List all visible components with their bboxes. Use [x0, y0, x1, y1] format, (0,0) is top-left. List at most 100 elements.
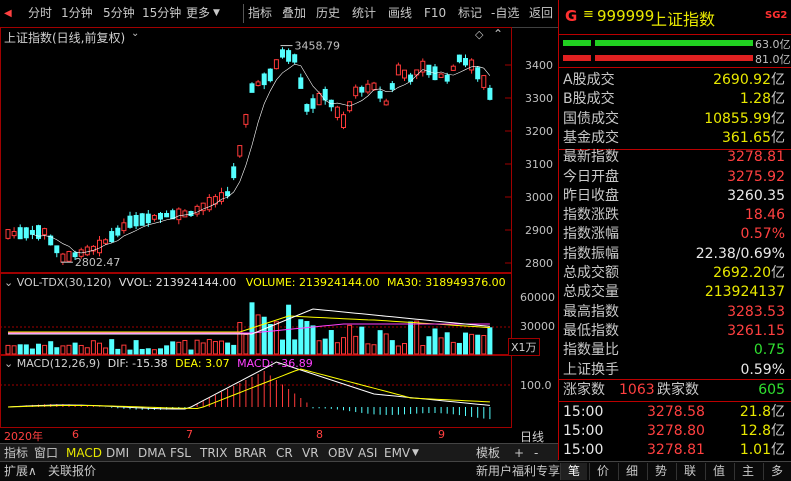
candle-body: [402, 69, 407, 79]
price-tick-label: 3000: [525, 191, 553, 204]
expand-button[interactable]: 扩展∧: [4, 463, 37, 480]
quote-row-number: 361.65: [722, 129, 771, 146]
period-tab-15min[interactable]: 15分钟: [142, 5, 181, 22]
toolbar-draw-button[interactable]: 画线: [388, 5, 412, 22]
quote-row-value: 213924137: [705, 283, 785, 302]
quote-row: 上证换手 0.59%: [563, 361, 789, 380]
indicator-tab[interactable]: DMI: [106, 444, 129, 462]
date-axis-month: 8: [316, 428, 323, 441]
volume-bar: [17, 344, 23, 355]
toolbar-indicator-button[interactable]: 指标: [248, 5, 272, 22]
quote-view-tab[interactable]: 笔: [560, 463, 587, 480]
indicator-tab[interactable]: +: [514, 444, 524, 462]
date-axis-month: 7: [186, 428, 193, 441]
tick-price: 3278.80: [647, 423, 705, 439]
period-tab-timeshare[interactable]: 分时: [28, 5, 52, 22]
quote-view-tab[interactable]: 细: [618, 463, 645, 480]
volume-bar: [231, 344, 237, 355]
macd-dif-value: DIF: -15.38: [107, 357, 168, 370]
indicator-tab[interactable]: OBV: [328, 444, 354, 462]
toolbar-stats-button[interactable]: 统计: [352, 5, 376, 22]
quote-row-number: 213924137: [704, 284, 785, 301]
indicator-tab[interactable]: -: [534, 444, 538, 462]
quote-row: 指数涨幅 0.57%: [563, 225, 789, 244]
kline-chart-area[interactable]: 3400 3300 3200 3100 3000 2900 2800 60000 30000 10…: [0, 27, 558, 444]
quote-view-tab[interactable]: 多: [763, 463, 790, 480]
quote-view-tab[interactable]: 联: [676, 463, 703, 480]
indicator-tab[interactable]: BRAR: [234, 444, 267, 462]
period-tab-more[interactable]: 更多: [186, 5, 210, 22]
quote-row: 总成交量 213924137: [563, 283, 789, 302]
quote-view-tab[interactable]: 势: [647, 463, 674, 480]
candle-body: [383, 100, 389, 106]
indicator-tab[interactable]: 窗口: [34, 444, 58, 462]
toolbar-back-button[interactable]: 返回: [529, 5, 553, 22]
quote-row-value: 2690.92亿: [713, 71, 785, 90]
macd-indicator-header: ⌄ MACD(12,26,9) DIF: -15.38 DEA: 3.07 MA…: [4, 357, 313, 370]
candle-body: [255, 81, 261, 87]
chevron-down-icon[interactable]: ⌄: [4, 357, 13, 370]
quote-row-label: 指数振幅: [563, 245, 619, 262]
quote-row: B股成交 1.28亿: [563, 90, 789, 109]
indicator-tab[interactable]: 指标: [4, 444, 28, 462]
indicator-tab[interactable]: EMV: [384, 444, 410, 462]
period-tab-5min[interactable]: 5分钟: [103, 5, 135, 22]
quote-view-tab[interactable]: 价: [589, 463, 616, 480]
toolbar-f10-button[interactable]: F10: [424, 5, 446, 22]
indicator-tab[interactable]: 模板: [476, 444, 500, 462]
quote-row: 今日开盘 3275.92: [563, 168, 789, 187]
toolbar-history-button[interactable]: 历史: [316, 5, 340, 22]
menu-icon[interactable]: ≡: [583, 7, 594, 22]
date-axis-year: 2020年: [4, 430, 43, 443]
indicator-tab[interactable]: MACD: [66, 444, 102, 462]
toolbar-overlay-button[interactable]: 叠加: [282, 5, 306, 22]
indicator-tab[interactable]: DMA: [138, 444, 166, 462]
chevron-down-icon[interactable]: ▼: [213, 5, 220, 22]
quote-row-value: 361.65亿: [722, 129, 785, 148]
indicator-tab[interactable]: ASI: [358, 444, 377, 462]
quote-row-label: B股成交: [563, 91, 615, 108]
tick-volume: 21.8亿: [740, 403, 785, 422]
indicator-tab[interactable]: FSL: [170, 444, 191, 462]
volume-bar: [328, 330, 334, 355]
quote-row: 总成交额 2692.20亿: [563, 264, 789, 283]
security-code: 999999: [597, 7, 655, 25]
toolbar-mark-button[interactable]: 标记: [458, 5, 482, 22]
scroll-left-icon[interactable]: ◀: [4, 5, 12, 22]
candle-body: [158, 212, 163, 220]
volume-bar: [109, 339, 115, 355]
diamond-icon[interactable]: ◇: [475, 28, 483, 41]
indicator-tab[interactable]: CR: [276, 444, 293, 462]
candle-body: [456, 54, 462, 63]
status-bar: 扩展∧ 关联报价 新用户福利专享 笔价细势联值主多: [0, 461, 791, 481]
quote-row-value: 22.38/0.69%: [696, 245, 785, 264]
quote-row-value: 3278.81: [727, 148, 785, 167]
bar1-value: 63.0亿: [755, 38, 791, 51]
quote-row-label: A股成交: [563, 72, 615, 88]
tick-time: 15:00: [563, 404, 604, 420]
toolbar-watchlist-button[interactable]: -自选: [491, 5, 519, 22]
date-axis-month: 9: [438, 428, 445, 441]
chevron-down-icon[interactable]: ▼: [412, 444, 419, 462]
quote-row-value: 3261.15: [727, 322, 785, 341]
candle-body: [249, 83, 255, 93]
quote-view-tab[interactable]: 值: [705, 463, 732, 480]
chevron-down-icon[interactable]: ⌄: [4, 276, 13, 289]
kline-chart[interactable]: 3400 3300 3200 3100 3000 2900 2800 60000 30000 10…: [0, 27, 558, 443]
new-user-promo-link[interactable]: 新用户福利专享: [476, 463, 560, 480]
indicator-tab[interactable]: VR: [302, 444, 319, 462]
volume-bar: [194, 339, 200, 355]
period-tab-1min[interactable]: 1分钟: [61, 5, 93, 22]
indicator-tab[interactable]: TRIX: [200, 444, 227, 462]
related-quotes-button[interactable]: 关联报价: [48, 463, 96, 480]
chevron-down-icon[interactable]: ⌄: [131, 28, 139, 39]
toggle-panel-icon[interactable]: ⌃: [493, 27, 503, 41]
candle-body: [304, 104, 310, 112]
candle-body: [182, 210, 188, 218]
candle-body: [151, 214, 157, 220]
date-axis-month: 6: [72, 428, 79, 441]
volume-bar: [145, 348, 151, 355]
quote-view-tab[interactable]: 主: [734, 463, 761, 480]
quote-row: 昨日收盘 3260.35: [563, 187, 789, 206]
sg2-badge: SG2: [765, 10, 788, 21]
